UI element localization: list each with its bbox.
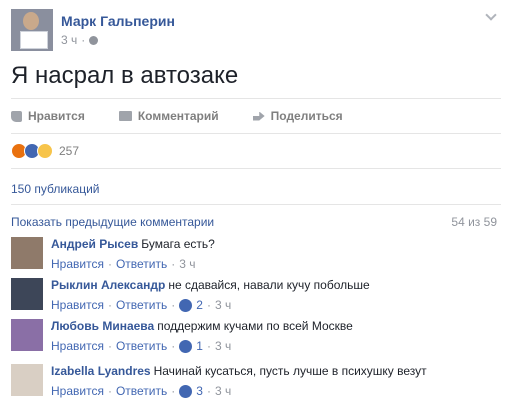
comment-meta: Нравится · Ответить · 1 · 3 ч xyxy=(51,339,231,353)
author-name[interactable]: Марк Гальперин xyxy=(61,13,175,29)
share-arrow-icon xyxy=(252,111,265,121)
comment-item: Рыклин Александр не сдавайся, навали кучу… xyxy=(11,277,501,317)
comment-like-link[interactable]: Нравится xyxy=(51,257,104,271)
comment-meta: Нравится · Ответить · 3 · 3 ч xyxy=(51,384,231,398)
meta-separator: · xyxy=(81,33,86,47)
comment-reply-link[interactable]: Ответить xyxy=(116,384,167,398)
comment-text: поддержим кучами по всей Москве xyxy=(157,319,353,333)
comment-meta: Нравится · Ответить · 3 ч xyxy=(51,257,196,271)
comments-counter: 54 из 59 xyxy=(451,215,497,229)
commenter-name[interactable]: Любовь Минаева xyxy=(51,319,154,333)
like-reaction-icon xyxy=(179,384,193,398)
comment-like-link[interactable]: Нравится xyxy=(51,339,104,353)
meta-dot: · xyxy=(107,384,112,398)
meta-dot: · xyxy=(171,298,176,312)
meta-dot: · xyxy=(107,339,112,353)
chevron-down-icon[interactable] xyxy=(485,9,497,21)
post-header: Марк Гальперин 3 ч · xyxy=(11,9,501,51)
meta-dot: · xyxy=(171,339,176,353)
commenter-avatar[interactable] xyxy=(11,364,43,396)
post-actions: Нравится Комментарий Поделиться xyxy=(11,106,377,126)
comment-like-count[interactable]: 3 xyxy=(196,384,203,398)
comment-meta: Нравится · Ответить · 2 · 3 ч xyxy=(51,298,231,312)
commenter-name[interactable]: Izabella Lyandres xyxy=(51,364,151,378)
commenter-name[interactable]: Рыклин Александр xyxy=(51,278,165,292)
commenter-avatar[interactable] xyxy=(11,278,43,310)
comment-reply-link[interactable]: Ответить xyxy=(116,257,167,271)
meta-dot: · xyxy=(171,257,176,271)
meta-dot: · xyxy=(171,384,176,398)
post-time[interactable]: 3 ч xyxy=(61,33,77,47)
like-reaction-icon xyxy=(179,298,193,312)
share-label: Поделиться xyxy=(270,109,343,123)
divider xyxy=(11,133,501,134)
comment-body: Рыклин Александр не сдавайся, навали кучу… xyxy=(51,278,370,292)
meta-dot: · xyxy=(107,298,112,312)
commenter-avatar[interactable] xyxy=(11,319,43,351)
sad-reaction-icon xyxy=(37,143,53,159)
comment-item: Андрей Рысев Бумага есть? Нравится · Отве… xyxy=(11,236,501,276)
facebook-post: Марк Гальперин 3 ч · Я насрал в автозаке… xyxy=(0,0,511,410)
shares-link[interactable]: 150 публикаций xyxy=(11,182,100,196)
comment-like-count[interactable]: 1 xyxy=(196,339,203,353)
post-status-text: Я насрал в автозаке xyxy=(11,62,239,89)
comment-item: Izabella Lyandres Начинай кусаться, пусть… xyxy=(11,363,501,403)
avatar-protest-sign xyxy=(20,31,48,49)
comment-text: Бумага есть? xyxy=(141,237,215,251)
divider xyxy=(11,204,501,205)
meta-dot: · xyxy=(206,339,211,353)
share-button[interactable]: Поделиться xyxy=(252,109,343,123)
globe-icon[interactable] xyxy=(89,35,99,45)
comment-like-link[interactable]: Нравится xyxy=(51,298,104,312)
comment-time[interactable]: 3 ч xyxy=(215,384,231,398)
comment-reply-link[interactable]: Ответить xyxy=(116,339,167,353)
meta-dot: · xyxy=(107,257,112,271)
post-meta: 3 ч · xyxy=(61,33,99,47)
comment-button[interactable]: Комментарий xyxy=(118,109,219,123)
like-label: Нравится xyxy=(28,109,85,123)
comment-time[interactable]: 3 ч xyxy=(215,339,231,353)
avatar-face xyxy=(23,12,39,30)
view-previous-comments-link[interactable]: Показать предыдущие комментарии xyxy=(11,215,214,229)
divider xyxy=(11,98,501,99)
reaction-count: 257 xyxy=(59,144,80,158)
comment-label: Комментарий xyxy=(137,109,219,123)
meta-dot: · xyxy=(206,298,211,312)
like-button[interactable]: Нравится xyxy=(11,109,85,123)
speech-bubble-icon xyxy=(118,111,132,121)
comment-body: Любовь Минаева поддержим кучами по всей М… xyxy=(51,319,353,333)
comment-text: не сдавайся, навали кучу побольше xyxy=(168,278,370,292)
comment-time[interactable]: 3 ч xyxy=(215,298,231,312)
like-reaction-icon xyxy=(179,339,193,353)
comment-body: Izabella Lyandres Начинай кусаться, пусть… xyxy=(51,364,427,378)
comment-like-count[interactable]: 2 xyxy=(196,298,203,312)
reactions-summary[interactable]: 257 xyxy=(11,143,79,159)
comment-body: Андрей Рысев Бумага есть? xyxy=(51,237,215,251)
comment-item: Любовь Минаева поддержим кучами по всей М… xyxy=(11,318,501,358)
meta-dot: · xyxy=(206,384,211,398)
divider xyxy=(11,168,501,169)
author-avatar[interactable] xyxy=(11,9,53,51)
comment-time[interactable]: 3 ч xyxy=(179,257,195,271)
thumbs-up-icon xyxy=(11,110,22,122)
comment-like-link[interactable]: Нравится xyxy=(51,384,104,398)
comment-text: Начинай кусаться, пусть лучше в психушку… xyxy=(153,364,427,378)
comment-reply-link[interactable]: Ответить xyxy=(116,298,167,312)
commenter-name[interactable]: Андрей Рысев xyxy=(51,237,138,251)
commenter-avatar[interactable] xyxy=(11,237,43,269)
